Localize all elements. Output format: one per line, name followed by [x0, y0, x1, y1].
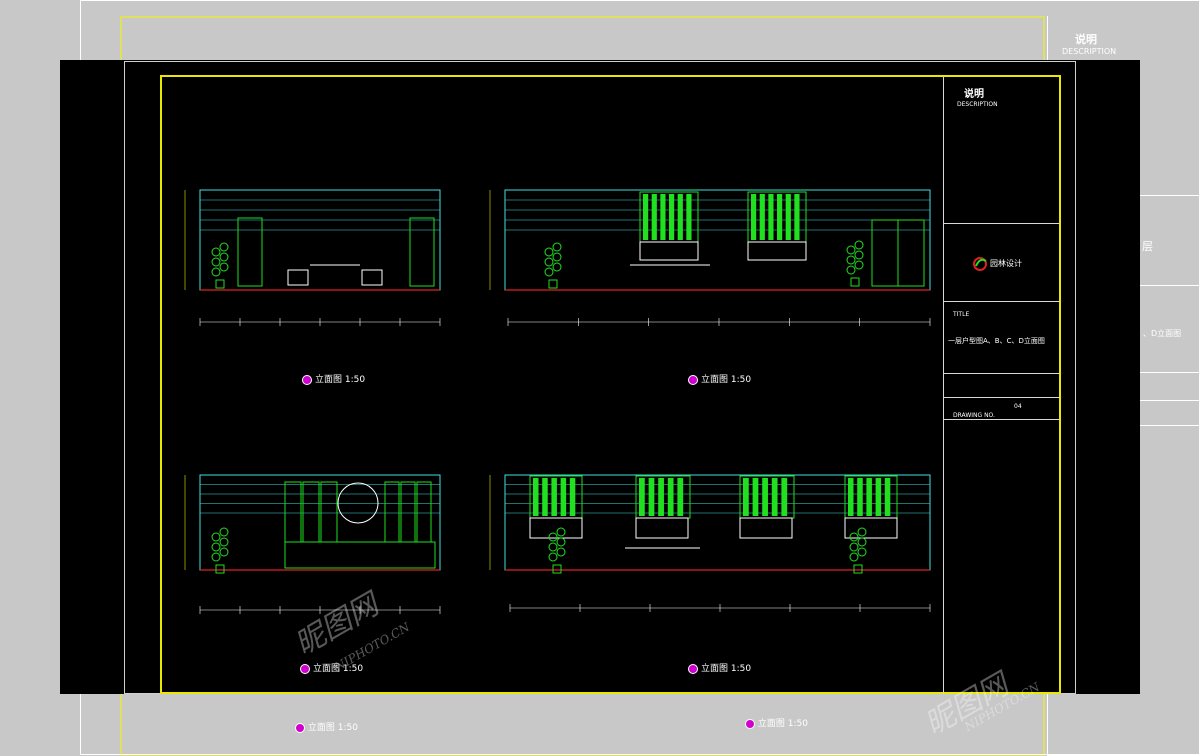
background-title-cn: 说明: [1075, 33, 1097, 46]
title-block: 说明 DESCRIPTION 园林设计 TITLE 一层户型图A、B、C、D立面…: [943, 77, 1060, 694]
view-title-d: 立面图 1:50: [688, 661, 751, 674]
title-block-heading-cn: 说明: [964, 89, 984, 100]
background-view-title-text-2: 立面图 1:50: [307, 723, 358, 733]
background-line-5: [1140, 425, 1200, 426]
drawing-no-label: DRAWING NO.: [953, 412, 995, 419]
view-marker-icon: [295, 722, 305, 733]
logo-text: 园林设计: [990, 259, 1022, 268]
title-block-divider: [944, 419, 1060, 420]
background-view-title: 立面图 1:50: [745, 716, 808, 729]
title-value: 一层户型图A、B、C、D立面图: [948, 337, 1045, 345]
logo: 园林设计: [972, 255, 1034, 273]
background-side-label: 层: [1142, 240, 1153, 253]
background-view-title-2: 立面图 1:50: [295, 720, 358, 733]
view-marker-icon: [688, 663, 698, 674]
background-view-title-text: 立面图 1:50: [757, 719, 808, 729]
view-marker-icon: [300, 663, 310, 674]
view-title-b: 立面图 1:50: [688, 372, 751, 385]
drawing-frame: [160, 75, 1061, 694]
title-block-divider: [944, 301, 1060, 302]
background-line-3: [1140, 372, 1200, 373]
view-title-text: 立面图 1:50: [701, 664, 752, 674]
view-title-a: 立面图 1:50: [302, 372, 365, 385]
background-line-2: [1140, 285, 1200, 286]
title-block-divider: [944, 373, 1060, 374]
view-title-text: 立面图 1:50: [701, 375, 752, 385]
background-side-label-2: 、D立面图: [1143, 329, 1182, 338]
view-title-text: 立面图 1:50: [315, 375, 366, 385]
background-line-4: [1140, 400, 1200, 401]
view-marker-icon: [302, 374, 312, 385]
view-marker-icon: [745, 718, 755, 729]
title-block-divider: [944, 223, 1060, 224]
title-block-divider: [944, 397, 1060, 398]
background-title-en: DESCRIPTION: [1062, 47, 1117, 56]
background-line-1: [1140, 195, 1200, 196]
title-label: TITLE: [953, 311, 970, 318]
title-block-heading-en: DESCRIPTION: [957, 101, 998, 108]
drawing-no-value: 04: [1014, 403, 1022, 410]
view-marker-icon: [688, 374, 698, 385]
